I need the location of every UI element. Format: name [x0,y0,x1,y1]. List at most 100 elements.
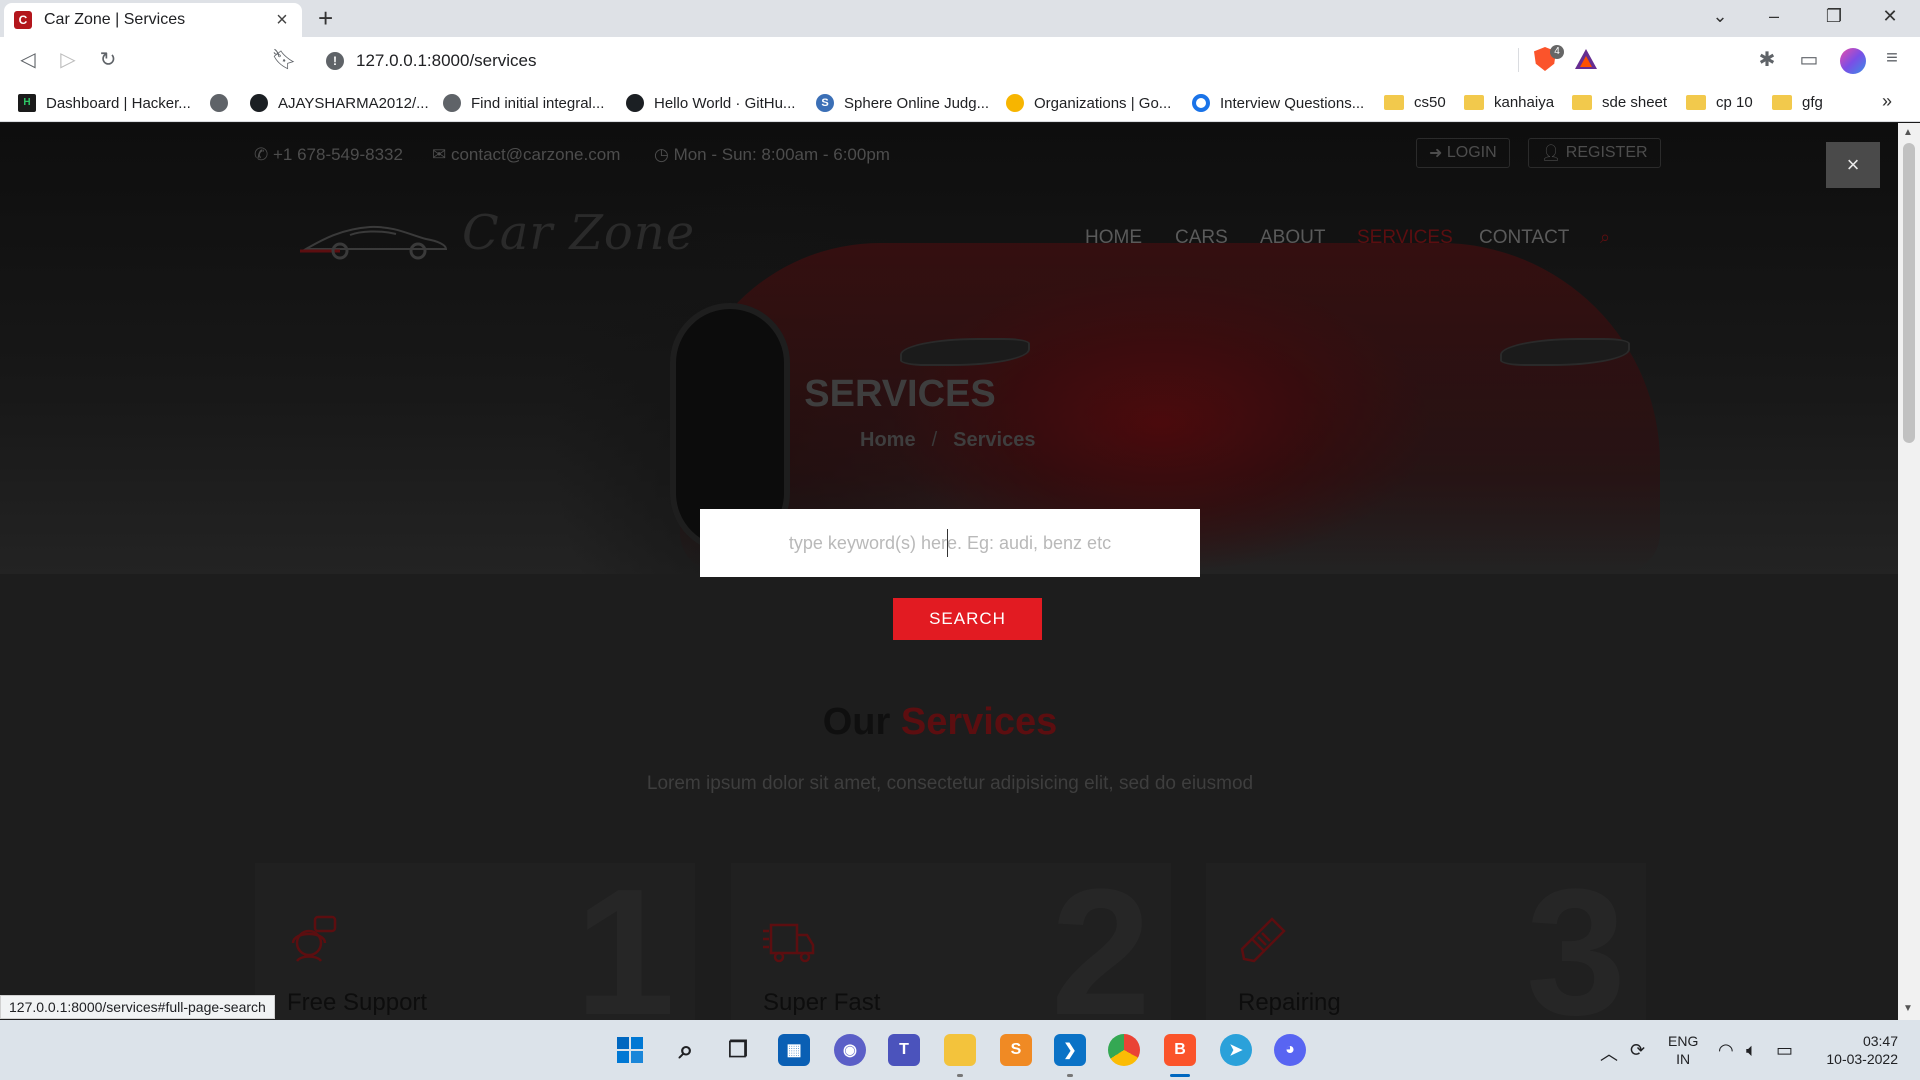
battery-icon[interactable]: ▭ [1776,1040,1793,1061]
site-info-icon[interactable]: ! [326,52,344,70]
teams-icon[interactable]: T [888,1034,920,1066]
search-input[interactable] [720,532,1180,554]
chrome-icon[interactable] [1108,1034,1140,1066]
tab-close-icon[interactable]: × [272,9,292,32]
reload-icon[interactable]: ↻ [94,47,122,72]
volume-icon[interactable]: 🔈︎ [1746,1040,1757,1061]
folder-icon [1572,95,1592,110]
hero-banner [0,123,1898,574]
bookmark-label: gfg [1802,94,1823,111]
bookmark-item[interactable]: Organizations | Go... [1006,94,1171,112]
vscode-icon[interactable]: ❯ [1054,1034,1086,1066]
start-menu-icon[interactable] [614,1034,646,1066]
telegram-icon[interactable]: ➤ [1220,1034,1252,1066]
breadcrumb-separator: / [931,429,938,451]
bookmark-item[interactable]: AJAYSHARMA2012/... [250,94,429,112]
spark-plug-icon [1240,917,1286,963]
bookmark-folder[interactable]: kanhaiya [1464,94,1554,111]
scroll-down-icon[interactable]: ▼ [1903,1003,1913,1014]
bookmark-folder[interactable]: cs50 [1384,94,1446,111]
hackerrank-icon: H [18,94,36,112]
wifi-icon[interactable]: ◠ [1718,1040,1734,1061]
bookmark-item[interactable]: Hello World · GitHu... [626,94,795,112]
bookmark-item[interactable]: H Dashboard | Hacker... [18,94,191,112]
login-button[interactable]: ➜ LOGIN [1416,138,1510,168]
tab-search-chevron-icon[interactable]: ⌄ [1706,6,1734,27]
service-card: 1 Free Support [255,863,695,1020]
github-icon [626,94,644,112]
new-tab-icon[interactable]: + [318,4,333,32]
input-language[interactable]: ENG IN [1668,1032,1698,1068]
nav-search-icon[interactable]: ⌕ [1600,227,1610,248]
sync-icon[interactable]: ⟳ [1630,1040,1645,1061]
bookmark-item[interactable]: Interview Questions... [1192,94,1364,112]
bookmark-folder[interactable]: sde sheet [1572,94,1667,111]
bookmark-item[interactable]: Find initial integral... [443,94,604,112]
tab-title: Car Zone | Services [44,11,186,28]
folder-icon [1464,95,1484,110]
page-scrollbar[interactable]: ▲ ▼ [1898,123,1920,1020]
service-card: 2 Super Fast [731,863,1171,1020]
folder-icon [1772,95,1792,110]
user-icon: 👤︎ [1541,145,1566,162]
bookmark-item[interactable] [210,94,238,112]
search-icon[interactable]: ⌕ [670,1034,702,1066]
link-status-bubble: 127.0.0.1:8000/services#full-page-search [0,995,275,1019]
register-button[interactable]: 👤︎ REGISTER [1528,138,1661,168]
topbar-email[interactable]: ✉ contact@carzone.com [432,145,620,165]
bookmark-folder[interactable]: gfg [1772,94,1823,111]
scroll-up-icon[interactable]: ▲ [1903,127,1913,138]
nav-services[interactable]: SERVICES [1357,227,1453,249]
extensions-icon[interactable]: ✱ [1753,47,1781,72]
delivery-truck-icon [763,923,815,963]
folder-icon [1384,95,1404,110]
task-view-icon[interactable]: ❐ [722,1034,754,1066]
back-icon[interactable]: ◁ [14,47,42,72]
window-close-icon[interactable]: ✕ [1876,6,1904,27]
folder-icon [1686,95,1706,110]
nav-cars[interactable]: CARS [1175,227,1228,249]
bookmark-page-icon[interactable]: 🔖︎ [270,47,298,72]
full-page-search-box [700,509,1200,577]
nav-about[interactable]: ABOUT [1260,227,1325,249]
bookmark-label: Organizations | Go... [1034,94,1172,112]
wallet-icon[interactable]: ▭ [1795,47,1823,72]
forward-icon[interactable]: ▷ [54,47,82,72]
card-number: 1 [574,852,675,1021]
system-clock[interactable]: 03:47 10-03-2022 [1818,1032,1898,1068]
clock-icon: ◷ [654,145,674,164]
bookmark-label: Sphere Online Judg... [844,94,990,112]
section-subtitle: Lorem ipsum dolor sit amet, consectetur … [646,773,1254,794]
site-logo-text[interactable]: Car Zone [462,205,695,261]
menu-icon[interactable]: ≡ [1878,47,1906,70]
search-overlay-close-button[interactable]: × [1826,142,1880,188]
chat-icon[interactable]: ◉ [834,1034,866,1066]
widgets-icon[interactable]: ▦ [778,1034,810,1066]
more-bookmarks-icon[interactable]: » [1882,91,1892,112]
bookmark-folder[interactable]: cp 10 [1686,94,1753,111]
bookmark-label: Hello World · GitHu... [654,94,796,112]
discord-icon[interactable]: ◕ [1274,1034,1306,1066]
sublime-text-icon[interactable]: S [1000,1034,1032,1066]
tray-overflow-icon[interactable]: ︿ [1600,1040,1618,1066]
bookmark-label: kanhaiya [1494,94,1555,111]
breadcrumb-current: Services [953,429,1036,451]
nav-contact[interactable]: CONTACT [1479,227,1569,249]
scrollbar-thumb[interactable] [1903,143,1915,443]
search-button[interactable]: SEARCH [893,598,1042,640]
brave-rewards-icon[interactable] [1575,49,1597,69]
card-title: Free Support [287,989,428,1016]
minimize-icon[interactable]: – [1760,6,1788,27]
address-bar[interactable]: ! 127.0.0.1:8000/services [316,44,1610,78]
restore-icon[interactable]: ❐ [1820,6,1848,27]
brave-browser-icon[interactable]: B [1164,1034,1196,1066]
file-explorer-icon[interactable] [944,1034,976,1066]
profile-avatar[interactable] [1840,48,1866,74]
nav-home[interactable]: HOME [1085,227,1142,249]
card-number: 2 [1050,852,1151,1021]
car-logo-icon[interactable] [300,215,450,261]
page-viewport: ✆ +1 678-549-8332 ✉ contact@carzone.com … [0,123,1898,1020]
bookmark-item[interactable]: S Sphere Online Judg... [816,94,989,112]
browser-tab-active[interactable]: C Car Zone | Services × [4,3,302,37]
breadcrumb-home[interactable]: Home [860,429,916,451]
